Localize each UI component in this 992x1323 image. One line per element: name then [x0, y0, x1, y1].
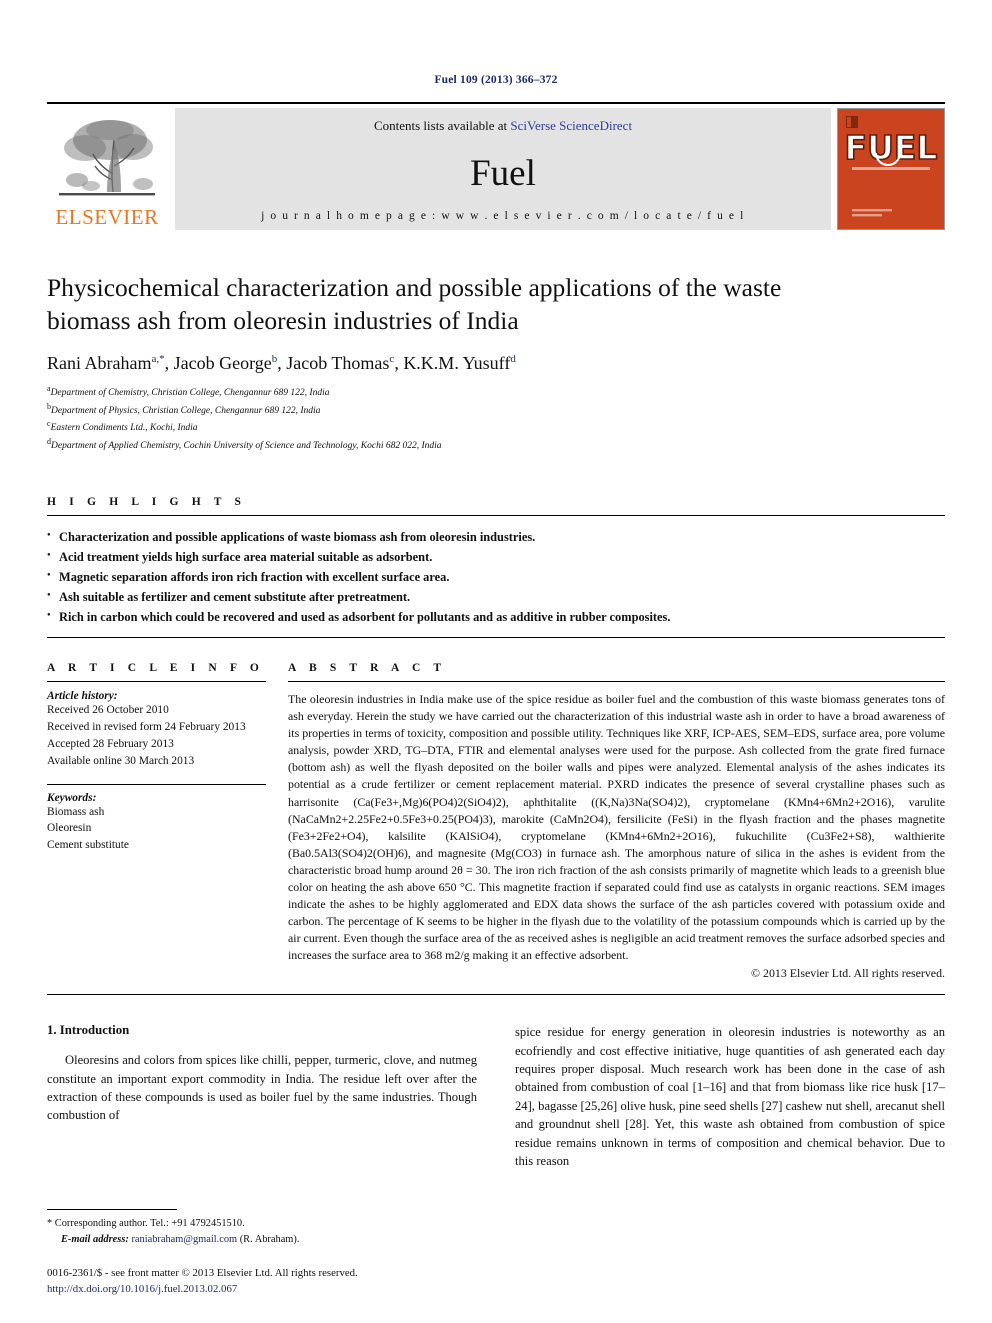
author-marker: a,* [151, 353, 165, 366]
author-name: Jacob George [173, 353, 272, 374]
title-block: Physicochemical characterization and pos… [47, 272, 945, 454]
paper-title: Physicochemical characterization and pos… [47, 273, 782, 335]
journal-cover-thumbnail: FUEL [837, 108, 945, 230]
journal-masthead: ELSEVIER Contents lists available at Sci… [47, 108, 945, 230]
list-item: Characterization and possible applicatio… [47, 527, 945, 547]
svg-text:FUEL: FUEL [845, 128, 938, 167]
section-heading-introduction: 1. Introduction [47, 1023, 130, 1038]
article-info-divider [47, 783, 266, 785]
affiliation-text: Department of Chemistry, Christian Colle… [50, 388, 330, 399]
article-history-label: Article history: [47, 690, 118, 703]
introduction-paragraph-right: spice residue for energy generation in o… [515, 1025, 945, 1168]
author-marker: d [510, 353, 516, 366]
affiliation-item: dDepartment of Applied Chemistry, Cochin… [47, 436, 945, 454]
affiliation-item: bDepartment of Physics, Christian Colleg… [47, 401, 945, 419]
highlights-section: H I G H L I G H T S Characterization and… [47, 495, 945, 639]
info-abstract-row: A R T I C L E I N F O Article history: R… [47, 662, 945, 981]
affiliation-text: Department of Applied Chemistry, Cochin … [51, 441, 442, 452]
contents-available-line: Contents lists available at SciVerse Sci… [374, 118, 632, 134]
keyword-item: Biomass ash [47, 805, 105, 818]
article-info-rule [47, 681, 266, 683]
masthead-top-rule [47, 102, 945, 104]
list-item: Rich in carbon which could be recovered … [47, 607, 945, 627]
email-suffix: (R. Abraham). [239, 1233, 300, 1245]
body-columns: 1. Introduction Oleoresins and colors fr… [47, 1023, 945, 1170]
footnote-rule [47, 1209, 177, 1211]
keyword-item: Cement substitute [47, 839, 129, 852]
contents-prefix: Contents lists available at [373, 118, 511, 133]
sciencedirect-link[interactable]: SciVerse ScienceDirect [510, 118, 632, 133]
author-list: Rani Abrahama,*, Jacob Georgeb, Jacob Th… [47, 353, 516, 374]
author-name: K.K.M. Yusuff [403, 353, 511, 374]
list-item: Acid treatment yields high surface area … [47, 547, 945, 567]
article-page: Fuel 109 (2013) 366–372 ELSEVIER Content… [0, 0, 992, 1323]
author-marker: c [389, 353, 395, 366]
author-marker: b [271, 353, 278, 366]
history-item: Accepted 28 February 2013 [47, 737, 174, 750]
list-item: Ash suitable as fertilizer and cement su… [47, 587, 945, 607]
masthead-center: Contents lists available at SciVerse Sci… [175, 108, 831, 230]
author-name: Jacob Thomas [286, 353, 390, 374]
elsevier-tree-icon [55, 114, 159, 206]
abstract-label: A B S T R A C T [288, 662, 447, 675]
history-item: Received in revised form 24 February 201… [47, 720, 246, 733]
journal-title: Fuel [470, 152, 536, 194]
footnote-block: * Corresponding author. Tel.: +91 479245… [47, 1209, 472, 1297]
article-info-column: A R T I C L E I N F O Article history: R… [47, 662, 288, 981]
article-info-label: A R T I C L E I N F O [47, 662, 264, 675]
author-name: Rani Abraham [47, 353, 152, 374]
body-column-right: spice residue for energy generation in o… [515, 1023, 945, 1170]
email-note: E-mail address: raniabraham@gmail.com (R… [47, 1232, 472, 1247]
elsevier-logo: ELSEVIER [47, 108, 167, 230]
affiliation-item: aDepartment of Chemistry, Christian Coll… [47, 383, 945, 401]
email-link[interactable]: raniabraham@gmail.com [131, 1234, 237, 1245]
abstract-rule [288, 681, 945, 683]
abstract-copyright: © 2013 Elsevier Ltd. All rights reserved… [751, 966, 945, 981]
body-column-left: 1. Introduction Oleoresins and colors fr… [47, 1023, 477, 1170]
highlights-list: Characterization and possible applicatio… [47, 516, 945, 627]
doi-link[interactable]: http://dx.doi.org/10.1016/j.fuel.2013.02… [47, 1281, 472, 1297]
abstract-text: The oleoresin industries in India make u… [288, 692, 945, 963]
highlights-label: H I G H L I G H T S [47, 495, 247, 508]
affiliation-item: cEastern Condiments Ltd., Kochi, India [47, 418, 945, 436]
keywords-label: Keywords: [47, 791, 97, 804]
fuel-cover-art: FUEL [838, 109, 944, 229]
history-item: Available online 30 March 2013 [47, 754, 195, 767]
affiliation-text: Department of Physics, Christian College… [51, 406, 321, 416]
elsevier-wordmark: ELSEVIER [55, 205, 159, 229]
running-head: Fuel 109 (2013) 366–372 [434, 74, 558, 86]
introduction-paragraph-left: Oleoresins and colors from spices like c… [47, 1053, 477, 1123]
issn-line: 0016-2361/$ - see front matter © 2013 El… [47, 1266, 358, 1279]
email-label: E-mail address: [61, 1233, 129, 1245]
affiliation-text: Eastern Condiments Ltd., Kochi, India [50, 423, 198, 434]
issn-block: 0016-2361/$ - see front matter © 2013 El… [47, 1265, 472, 1297]
abstract-bottom-rule [47, 994, 945, 996]
corresponding-author-note: * Corresponding author. Tel.: +91 479245… [47, 1218, 245, 1230]
journal-homepage-link[interactable]: j o u r n a l h o m e p a g e : w w w . … [261, 210, 745, 222]
keyword-item: Oleoresin [47, 822, 92, 835]
highlights-bottom-rule [47, 637, 945, 639]
abstract-column: A B S T R A C T The oleoresin industries… [288, 662, 945, 981]
list-item: Magnetic separation affords iron rich fr… [47, 567, 945, 587]
affiliation-list: aDepartment of Chemistry, Christian Coll… [47, 383, 945, 453]
history-item: Received 26 October 2010 [47, 704, 169, 717]
